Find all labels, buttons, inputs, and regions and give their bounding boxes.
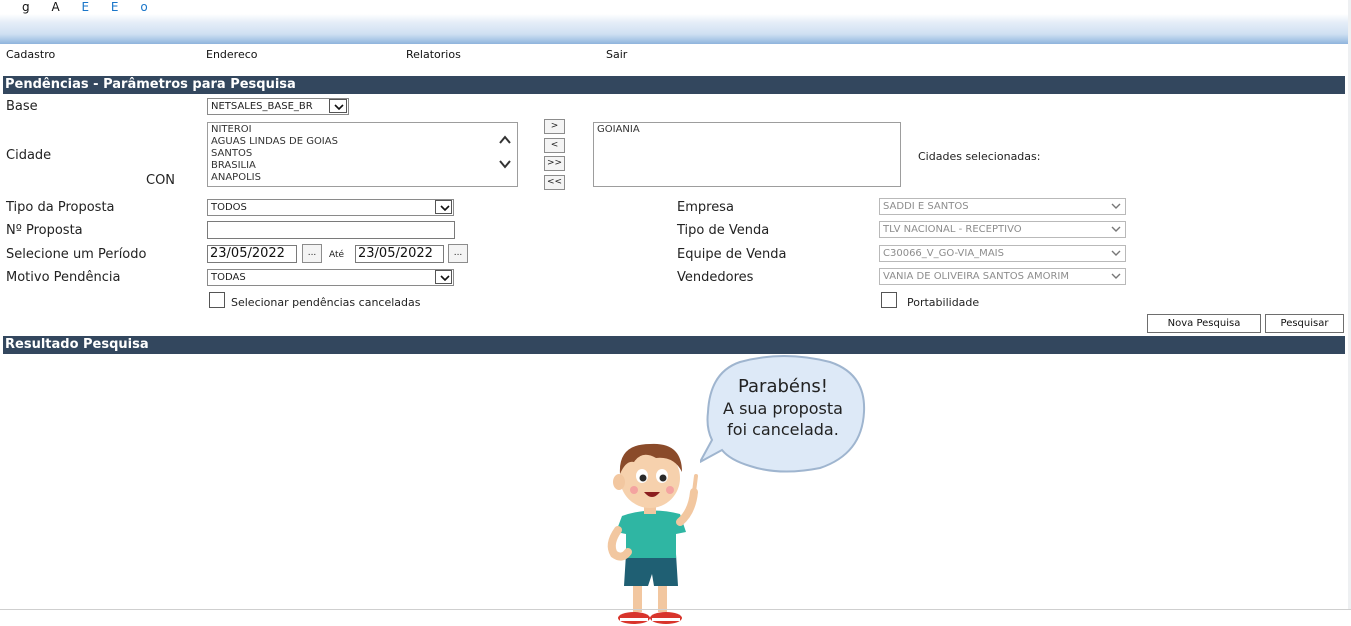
bubble-title: Parabéns!	[737, 376, 828, 397]
bubble-line: A sua proposta	[723, 399, 843, 418]
scroll-down-icon[interactable]	[498, 159, 512, 173]
vendedores-select[interactable]: VANIA DE OLIVEIRA SANTOS AMORIM	[879, 268, 1126, 285]
vendedores-value: VANIA DE OLIVEIRA SANTOS AMORIM	[883, 271, 1069, 282]
speech-bubble: Parabéns! A sua proposta foi cancelada.	[700, 354, 866, 474]
motivo-select[interactable]: TODAS	[207, 269, 454, 286]
num-proposta-label: Nº Proposta	[6, 223, 83, 238]
menu-sair[interactable]: Sair	[606, 48, 627, 61]
toolbar-glyph[interactable]: g	[22, 0, 34, 14]
page-divider	[0, 609, 1351, 610]
toolbar-glyph[interactable]: E	[82, 0, 94, 14]
move-left-button[interactable]: <	[544, 138, 565, 153]
toolbar-glyphs: g A E E o	[22, 0, 162, 14]
base-select-value: NETSALES_BASE_BR	[211, 101, 313, 112]
equipe-label: Equipe de Venda	[677, 247, 787, 262]
top-header-band: g A E E o	[0, 0, 1348, 44]
toolbar-glyph[interactable]: o	[140, 0, 151, 14]
list-item[interactable]: BRASILIA	[211, 160, 514, 172]
date-picker-button[interactable]: ...	[302, 244, 322, 263]
move-all-right-button[interactable]: >>	[544, 156, 565, 171]
pesquisar-button[interactable]: Pesquisar	[1265, 314, 1344, 333]
motivo-value: TODAS	[211, 272, 246, 283]
num-proposta-input[interactable]	[207, 221, 455, 239]
move-all-left-button[interactable]: <<	[544, 175, 565, 190]
date-picker-button[interactable]: ...	[448, 244, 468, 263]
toolbar-glyph[interactable]: E	[111, 0, 123, 14]
periodo-label: Selecione um Período	[6, 247, 147, 262]
chevron-down-icon	[1107, 199, 1125, 214]
motivo-label: Motivo Pendência	[6, 270, 121, 285]
portabilidade-label: Portabilidade	[907, 296, 980, 309]
search-section-title: Pendências - Parâmetros para Pesquisa	[3, 76, 1345, 94]
empresa-value: SADDI E SANTOS	[883, 201, 969, 212]
canceladas-label: Selecionar pendências canceladas	[231, 296, 421, 309]
list-item[interactable]: ANAPOLIS	[211, 172, 514, 184]
scroll-up-icon[interactable]	[498, 135, 512, 149]
list-item[interactable]: GOIANIA	[597, 124, 897, 136]
tipo-proposta-value: TODOS	[211, 202, 247, 213]
chevron-down-icon	[1107, 269, 1125, 284]
list-item[interactable]: SANTOS	[211, 148, 514, 160]
tipo-venda-label: Tipo de Venda	[677, 223, 770, 238]
con-label: CON	[146, 173, 176, 188]
chevron-down-icon	[435, 200, 452, 214]
chevron-down-icon	[1107, 246, 1125, 261]
selected-cities-label: Cidades selecionadas:	[918, 150, 1041, 163]
data-inicio-input[interactable]: 23/05/2022	[207, 245, 297, 263]
portabilidade-checkbox[interactable]	[881, 292, 897, 308]
tipo-proposta-select[interactable]: TODOS	[207, 199, 454, 216]
ate-label: Até	[329, 250, 345, 260]
toolbar-glyph[interactable]: A	[51, 0, 63, 14]
list-item[interactable]: NITEROI	[211, 124, 514, 136]
empresa-label: Empresa	[677, 200, 734, 215]
base-select[interactable]: NETSALES_BASE_BR	[207, 98, 349, 115]
chevron-down-icon	[329, 99, 347, 113]
chevron-down-icon	[1107, 222, 1125, 237]
menu-relatorios[interactable]: Relatorios	[406, 48, 461, 61]
chevron-down-icon	[435, 270, 452, 284]
result-section-title: Resultado Pesquisa	[3, 336, 1345, 354]
move-right-button[interactable]: >	[544, 119, 565, 134]
cartoon-boy-illustration	[607, 443, 698, 624]
empresa-select[interactable]: SADDI E SANTOS	[879, 198, 1126, 215]
selected-cities-list[interactable]: GOIANIA	[593, 122, 901, 187]
available-cities-list[interactable]: NITEROI AGUAS LINDAS DE GOIAS SANTOS BRA…	[207, 122, 518, 187]
equipe-select[interactable]: C30066_V_GO-VIA_MAIS	[879, 245, 1126, 262]
cidade-label: Cidade	[6, 148, 52, 163]
tipo-proposta-label: Tipo da Proposta	[6, 200, 115, 215]
vendedores-label: Vendedores	[677, 270, 754, 285]
equipe-value: C30066_V_GO-VIA_MAIS	[883, 248, 1004, 259]
menu-cadastro[interactable]: Cadastro	[6, 48, 55, 61]
base-label: Base	[6, 99, 38, 114]
canceladas-checkbox[interactable]	[209, 292, 225, 308]
tipo-venda-select[interactable]: TLV NACIONAL - RECEPTIVO	[879, 221, 1126, 238]
list-item[interactable]: AGUAS LINDAS DE GOIAS	[211, 136, 514, 148]
bubble-line: foi cancelada.	[727, 420, 839, 439]
nova-pesquisa-button[interactable]: Nova Pesquisa	[1147, 314, 1261, 333]
menu-endereco[interactable]: Endereco	[206, 48, 258, 61]
tipo-venda-value: TLV NACIONAL - RECEPTIVO	[883, 224, 1022, 235]
data-fim-input[interactable]: 23/05/2022	[355, 245, 444, 263]
